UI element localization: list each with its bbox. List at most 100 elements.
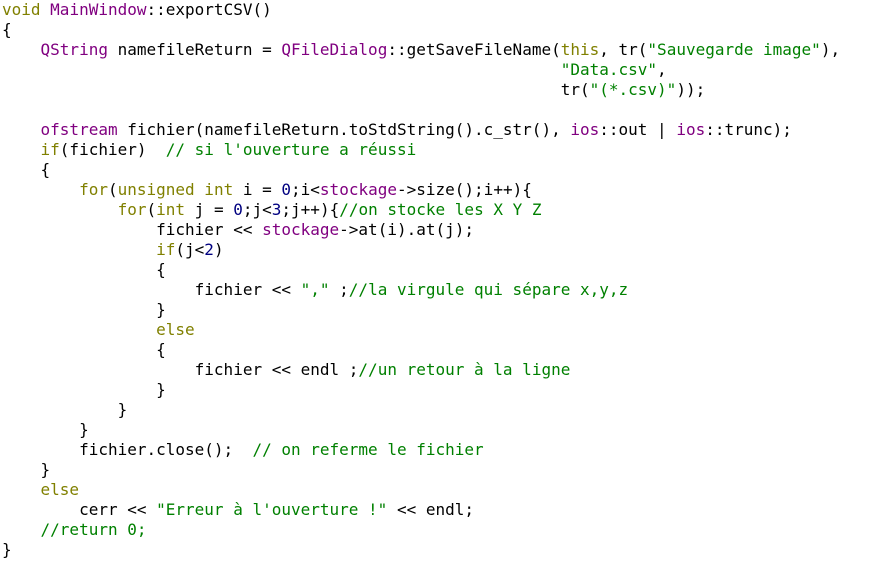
code-line[interactable]: { [0,260,881,280]
code-line[interactable]: { [0,20,881,40]
code-token: ) [213,240,224,259]
code-token: int [156,200,186,219]
code-token: fichier(namefileReturn.toStdString().c_s… [117,120,571,139]
code-token: fichier << [2,280,301,299]
code-line[interactable]: else [0,480,881,500]
code-token: ;i< [291,180,320,199]
code-line[interactable]: { [0,340,881,360]
code-token: stockage [319,180,397,199]
code-token: } [2,540,12,559]
code-token: { [2,260,166,279]
code-token: ->size();i++){ [396,180,532,199]
code-token: 3 [271,200,282,219]
code-token: cerr << [2,500,157,519]
code-line[interactable]: } [0,300,881,320]
code-line[interactable]: ofstream fichier(namefileReturn.toStdStr… [0,120,881,140]
code-line[interactable] [0,100,881,120]
code-line[interactable]: if(fichier) // si l'ouverture a réussi [0,140,881,160]
code-line[interactable]: cerr << "Erreur à l'ouverture !" << endl… [0,500,881,520]
code-line[interactable]: } [0,380,881,400]
code-line[interactable]: { [0,160,881,180]
code-editor[interactable]: void MainWindow::exportCSV(){ QString na… [0,0,881,563]
code-token: MainWindow [50,0,147,19]
code-token: ), [820,40,841,59]
code-token: , [657,60,667,79]
code-line[interactable]: void MainWindow::exportCSV() [0,0,881,20]
code-token: , tr( [599,40,648,59]
code-line[interactable]: } [0,420,881,440]
code-token: //la virgule qui sépare x,y,z [348,280,629,299]
code-line[interactable]: fichier << stockage->at(i).at(j); [0,220,881,240]
code-token: else [156,320,195,339]
code-token: } [2,380,166,399]
code-token: } [2,400,128,419]
code-token: // si l'ouverture a réussi [165,140,417,159]
code-line[interactable]: } [0,400,881,420]
code-token: QString [40,40,108,59]
code-token: stockage [262,220,340,239]
code-token: 2 [204,240,214,259]
code-line[interactable]: tr("(*.csv)")); [0,80,881,100]
code-token: ::exportCSV() [146,0,272,19]
code-line[interactable]: else [0,320,881,340]
code-token: if [156,240,176,259]
code-token: "Erreur à l'ouverture !" [156,500,388,519]
code-token: 0 [281,180,292,199]
code-token: for [117,200,147,219]
code-token: ::out | [599,120,677,139]
code-token: ofstream [40,120,118,139]
code-token: // on referme le fichier [252,440,484,459]
code-token: ios [676,120,706,139]
code-line[interactable]: fichier << endl ;//un retour à la ligne [0,360,881,380]
code-token: for [79,180,108,199]
code-token: if [40,140,60,159]
code-token: i = [233,180,282,199]
code-token: (j< [175,240,205,259]
code-token: )); [676,80,706,99]
code-line[interactable]: fichier << "," ;//la virgule qui sépare … [0,280,881,300]
code-token: "," [300,280,330,299]
code-line[interactable]: fichier.close(); // on referme le fichie… [0,440,881,460]
code-line[interactable]: } [0,540,881,560]
code-token: } [2,460,51,479]
code-line[interactable]: for(unsigned int i = 0;i<stockage->size(… [0,180,881,200]
code-token: this [560,40,600,59]
code-line[interactable]: QString namefileReturn = QFileDialog::ge… [0,40,881,60]
code-line[interactable]: "Data.csv", [0,60,881,80]
code-line[interactable]: for(int j = 0;j<3;j++){//on stocke les X… [0,200,881,220]
code-token: "Sauvegarde image" [647,40,821,59]
code-token: ::trunc); [705,120,792,139]
code-token: j = [185,200,234,219]
code-line[interactable]: //return 0; [0,520,881,540]
code-token: "Data.csv" [560,60,658,79]
code-token: ->at(i).at(j); [339,220,475,239]
code-token: else [40,480,80,499]
code-token: ; [329,280,349,299]
code-token: QFileDialog [281,40,388,59]
code-token: ios [570,120,600,139]
code-token: << endl; [387,500,475,519]
code-token: } [2,300,166,319]
code-line[interactable]: } [0,460,881,480]
code-token: ( [146,200,157,219]
code-token: } [2,420,89,439]
code-token: void [2,0,41,19]
code-token: fichier.close(); [2,440,253,459]
code-token: 0 [233,200,243,219]
code-token: fichier << endl ; [2,360,359,379]
code-token: tr( [2,80,590,99]
code-token: "(*.csv)" [589,80,677,99]
code-line[interactable]: if(j<2) [0,240,881,260]
code-token: namefileReturn = [107,40,282,59]
code-token: { [2,20,12,39]
code-token: { [2,340,166,359]
